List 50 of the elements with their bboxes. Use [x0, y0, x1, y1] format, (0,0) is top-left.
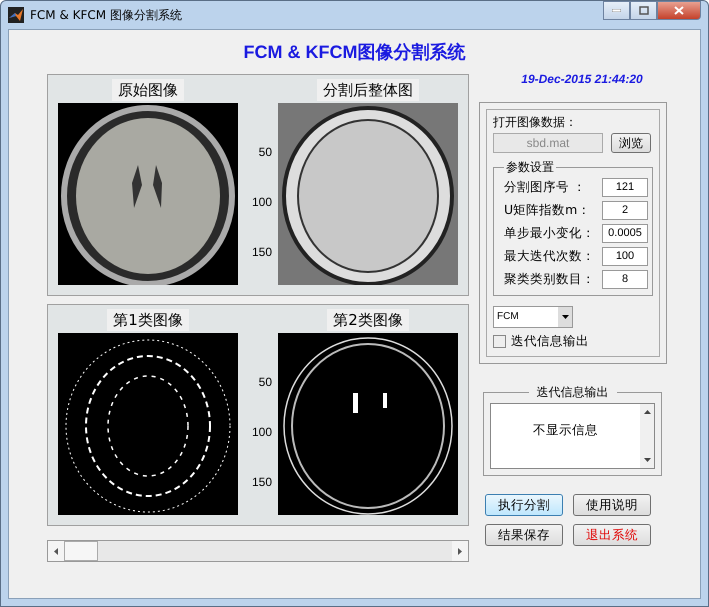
parameters-title: 参数设置 [505, 159, 555, 176]
axis-tick-label: 150 [252, 475, 272, 489]
scroll-up-icon [644, 410, 650, 414]
maximize-icon [638, 6, 648, 15]
action-button[interactable]: 结果保存 [485, 524, 563, 546]
minimize-button[interactable] [603, 1, 630, 20]
close-button[interactable] [657, 1, 701, 20]
action-button[interactable]: 使用说明 [573, 494, 651, 516]
parameter-field[interactable]: 121 [602, 178, 648, 197]
scroll-left-button[interactable] [48, 541, 64, 561]
parameter-label: 单步最小变化： [504, 225, 595, 242]
axis-tick-label: 100 [252, 425, 272, 439]
plot-title: 第2类图像 [327, 309, 409, 331]
parameter-field[interactable]: 0.0005 [602, 224, 648, 243]
parameter-field[interactable]: 8 [602, 270, 648, 289]
axis-tick-label: 150 [252, 245, 272, 259]
window-title: FCM & KFCM 图像分割系统 [30, 6, 182, 24]
plot-title: 分割后整体图 [317, 79, 419, 101]
open-data-label: 打开图像数据： [493, 114, 578, 131]
info-message: 不显示信息 [532, 421, 599, 439]
close-icon [674, 6, 684, 15]
axis-tick-label: 50 [258, 375, 272, 389]
horizontal-scrollbar[interactable] [47, 540, 469, 562]
plot-title: 原始图像 [112, 79, 184, 101]
parameter-field[interactable]: 100 [602, 247, 648, 266]
scroll-down-icon [644, 458, 650, 462]
left-arrow-icon [54, 548, 58, 554]
right-arrow-icon [458, 548, 462, 554]
minimize-icon [612, 9, 621, 12]
method-dropdown[interactable]: FCM [493, 306, 573, 328]
info-listbox[interactable]: 不显示信息 [490, 403, 655, 469]
parameter-field[interactable]: 2 [602, 201, 648, 220]
action-button[interactable]: 退出系统 [573, 524, 651, 546]
axis-tick-label: 100 [252, 195, 272, 209]
parameter-label: U矩阵指数m： [504, 202, 590, 219]
info-output-title: 迭代信息输出 [536, 384, 610, 401]
app-heading: FCM & KFCM图像分割系统 [242, 41, 466, 64]
parameter-label: 分割图序号 ： [504, 179, 586, 196]
checkbox-label: 迭代信息输出 [511, 333, 589, 350]
plot-title: 第1类图像 [107, 309, 189, 331]
checkbox[interactable] [493, 335, 506, 348]
scroll-thumb[interactable] [64, 541, 98, 561]
action-button[interactable]: 执行分割 [485, 494, 563, 516]
scroll-right-button[interactable] [452, 541, 468, 561]
parameter-label: 聚类类别数目： [504, 271, 595, 288]
maximize-button[interactable] [630, 1, 657, 20]
axis-tick-label: 50 [258, 145, 272, 159]
date-time-label: 19-Dec-2015 21:44:20 [520, 72, 644, 86]
parameter-label: 最大迭代次数： [504, 248, 595, 265]
dropdown-caret-icon [562, 315, 568, 319]
